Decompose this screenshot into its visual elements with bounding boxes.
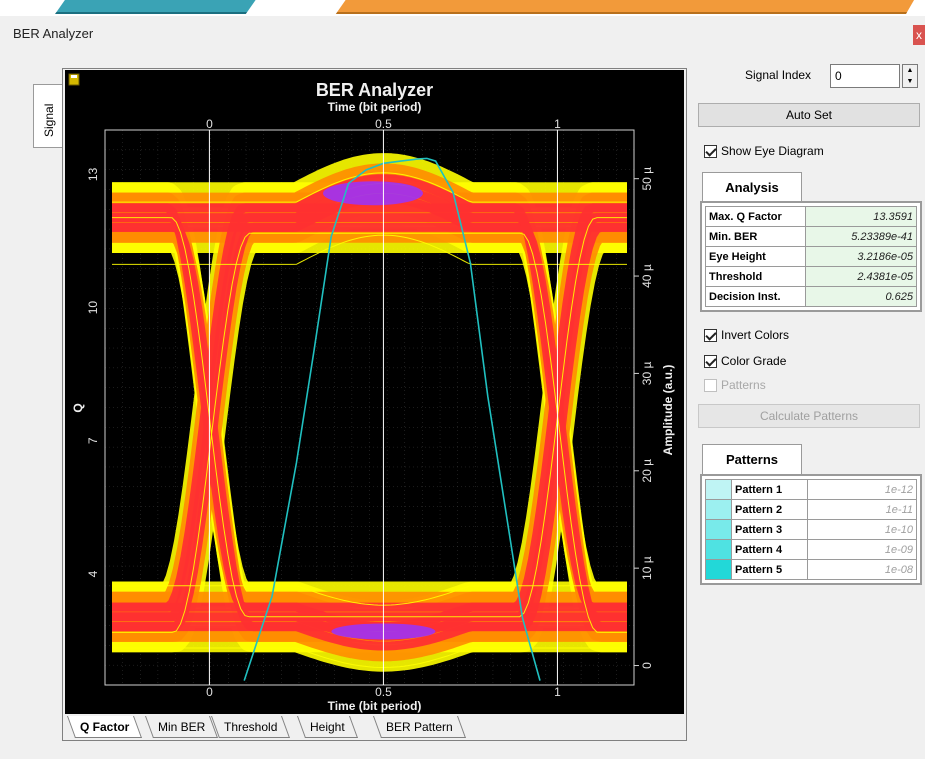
x-tick-label-bottom: 0.5 xyxy=(375,685,392,699)
auto-set-button[interactable]: Auto Set xyxy=(698,103,920,127)
x-axis-label: Time (bit period) xyxy=(328,699,422,713)
color-grade-checkbox[interactable]: Color Grade xyxy=(704,354,786,368)
table-row: Max. Q Factor 13.3591 xyxy=(705,206,917,227)
checkbox-icon xyxy=(704,354,717,368)
table-row: Pattern 5 1e-08 xyxy=(705,559,917,580)
pattern-swatch xyxy=(705,519,732,540)
y-tick-label-left: 10 xyxy=(86,301,100,315)
y-tick-label-left: 4 xyxy=(86,570,100,577)
table-row: Eye Height 3.2186e-05 xyxy=(705,246,917,267)
x-tick-label-top: 0.5 xyxy=(375,117,392,131)
patterns-checkbox[interactable]: Patterns xyxy=(704,378,766,392)
table-row: Pattern 3 1e-10 xyxy=(705,519,917,540)
eye-diagram-plot[interactable]: 0 0 0.5 0.5 1 1 13 10 7 4 50 µ 40 µ 30 µ 20 µ 10 µ 0 BER… xyxy=(65,70,684,714)
show-eye-checkbox[interactable]: Show Eye Diagram xyxy=(704,144,824,158)
chart-svg: 0 0 0.5 0.5 1 1 13 10 7 4 50 µ 40 µ 30 µ 20 µ 10 µ 0 BER… xyxy=(68,73,675,713)
controls-panel: Signal Index ▲ ▼ Auto Set Show Eye Diagr… xyxy=(694,60,925,600)
checkbox-icon xyxy=(704,144,717,158)
window-title: BER Analyzer xyxy=(13,26,94,41)
table-row: Pattern 1 1e-12 xyxy=(705,479,917,500)
tab-threshold[interactable]: Threshold xyxy=(210,716,291,738)
tab-signal[interactable]: Signal xyxy=(33,84,63,148)
tab-min-ber[interactable]: Min BER xyxy=(144,716,219,738)
x-tick-label-bottom: 0 xyxy=(206,685,213,699)
pattern-swatch xyxy=(705,539,732,560)
pattern-swatch xyxy=(705,499,732,520)
patterns-table: Pattern 1 1e-12 Pattern 2 1e-11 Pattern 31… xyxy=(700,474,922,585)
table-row: Pattern 2 1e-11 xyxy=(705,499,917,520)
analysis-tab[interactable]: Analysis xyxy=(702,172,802,202)
checkbox-icon xyxy=(704,378,717,392)
y-tick-label-right: 50 µ xyxy=(640,167,654,191)
close-button[interactable]: x xyxy=(913,25,925,45)
chart-title: BER Analyzer xyxy=(316,80,433,100)
x-tick-label-bottom: 1 xyxy=(554,685,561,699)
background-banner xyxy=(0,0,925,16)
plot-tabs: Q Factor Min BER Threshold Height BER Pa… xyxy=(65,714,684,740)
x-tick-label-top: 1 xyxy=(554,117,561,131)
signal-index-label: Signal Index xyxy=(745,68,812,82)
tab-height[interactable]: Height xyxy=(296,716,358,738)
analysis-table: Max. Q Factor 13.3591 Min. BER 5.23389e-41… xyxy=(700,201,922,312)
checkbox-icon xyxy=(704,328,717,342)
chevron-down-icon[interactable]: ▼ xyxy=(903,76,917,87)
top-axis-label: Time (bit period) xyxy=(328,100,422,114)
tab-ber-pattern[interactable]: BER Pattern xyxy=(372,716,466,738)
y-tick-label-right: 10 µ xyxy=(640,556,654,580)
signal-index-stepper[interactable]: ▲ ▼ xyxy=(902,64,918,88)
pattern-swatch xyxy=(705,559,732,580)
chevron-up-icon[interactable]: ▲ xyxy=(903,65,917,76)
table-row: Threshold 2.4381e-05 xyxy=(705,266,917,287)
invert-colors-checkbox[interactable]: Invert Colors xyxy=(704,328,789,342)
patterns-tab[interactable]: Patterns xyxy=(702,444,802,474)
x-tick-label-top: 0 xyxy=(206,117,213,131)
y-axis-label-right: Amplitude (a.u.) xyxy=(661,365,675,456)
calculate-patterns-button[interactable]: Calculate Patterns xyxy=(698,404,920,428)
table-row: Pattern 4 1e-09 xyxy=(705,539,917,560)
table-row: Decision Inst. 0.625 xyxy=(705,286,917,307)
pattern-swatch xyxy=(705,479,732,500)
y-tick-label-right: 30 µ xyxy=(640,362,654,386)
tab-q-factor[interactable]: Q Factor xyxy=(66,716,143,738)
y-tick-label-right: 0 xyxy=(640,662,654,669)
y-axis-label-left: Q xyxy=(71,403,85,412)
table-row: Min. BER 5.23389e-41 xyxy=(705,226,917,247)
floppy-icon-label xyxy=(71,75,77,78)
tab-signal-label: Signal xyxy=(42,103,56,137)
y-tick-label-left: 7 xyxy=(86,437,100,444)
y-tick-label-left: 13 xyxy=(86,167,100,181)
y-tick-label-right: 20 µ xyxy=(640,459,654,483)
y-tick-label-right: 40 µ xyxy=(640,264,654,288)
signal-index-input[interactable] xyxy=(830,64,900,88)
eye-peak-high xyxy=(322,181,423,206)
